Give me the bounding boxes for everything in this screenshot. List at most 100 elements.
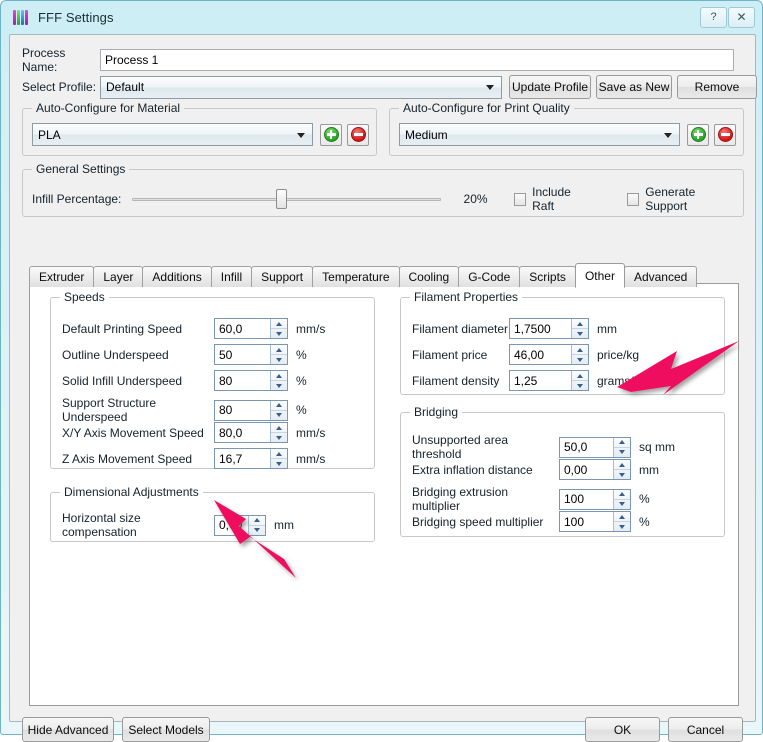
spinbox[interactable]: 80 (214, 370, 288, 391)
spinbox-decrement-button[interactable] (572, 381, 588, 390)
ok-button[interactable]: OK (585, 717, 660, 742)
include-raft-checkbox[interactable] (513, 192, 527, 206)
infill-percentage-slider[interactable] (132, 189, 441, 209)
spinbox[interactable]: 46,00 (509, 344, 589, 365)
update-profile-button[interactable]: Update Profile (509, 75, 591, 99)
tab-other[interactable]: Other (574, 263, 625, 288)
spinbox-increment-button[interactable] (249, 516, 265, 526)
spinbox-value[interactable]: 0,00 (560, 460, 613, 479)
quality-combobox[interactable]: Medium (399, 123, 680, 146)
spinbox[interactable]: 1,7500 (509, 318, 589, 339)
spinbox[interactable]: 100 (559, 488, 631, 510)
tab-g-code[interactable]: G-Code (458, 266, 521, 287)
spinbox-decrement-button[interactable] (614, 470, 630, 479)
material-combobox[interactable]: PLA (32, 123, 313, 146)
spinbox[interactable]: 80 (214, 399, 288, 421)
spinbox-increment-button[interactable] (614, 512, 630, 522)
spinbox-increment-button[interactable] (271, 449, 287, 459)
spinbox-value[interactable]: 50 (215, 345, 270, 364)
cancel-button[interactable]: Cancel (668, 717, 743, 742)
tab-layer[interactable]: Layer (93, 266, 144, 287)
tab-support[interactable]: Support (251, 266, 314, 287)
spinbox-decrement-button[interactable] (572, 355, 588, 364)
help-button[interactable]: ? (700, 6, 727, 28)
add-material-button[interactable] (320, 123, 342, 146)
spinbox-value[interactable]: 46,00 (510, 345, 571, 364)
spinbox-decrement-button[interactable] (614, 448, 630, 457)
spinbox[interactable]: 60,0 (214, 318, 288, 339)
spinbox-decrement-button[interactable] (271, 381, 287, 390)
spinbox-value[interactable]: 1,25 (510, 371, 571, 390)
spinbox[interactable]: 100 (559, 511, 631, 532)
spinbox-increment-button[interactable] (614, 490, 630, 500)
spinbox-increment-button[interactable] (572, 319, 588, 329)
spinbox-value[interactable]: 50,0 (560, 438, 613, 457)
spinbox-value[interactable]: 100 (560, 490, 613, 509)
general-settings-title: General Settings (32, 162, 130, 176)
spinbox-increment-button[interactable] (614, 438, 630, 448)
remove-material-button[interactable] (347, 123, 369, 146)
spinbox-decrement-button[interactable] (271, 329, 287, 338)
spinbox-decrement-button[interactable] (271, 411, 287, 420)
remove-quality-button[interactable] (714, 123, 736, 146)
spinbox-increment-button[interactable] (271, 319, 287, 329)
spinbox-value[interactable]: 80,0 (215, 423, 270, 442)
spinbox[interactable]: 50,0 (559, 436, 631, 458)
hide-advanced-button[interactable]: Hide Advanced (22, 717, 114, 742)
tab-label: Scripts (529, 270, 566, 284)
slider-thumb[interactable] (276, 189, 288, 209)
field-unit: % (296, 403, 307, 417)
tab-temperature[interactable]: Temperature (312, 266, 400, 287)
spinbox-value[interactable]: 80 (215, 401, 270, 420)
spinbox-value[interactable]: 0,00 (215, 516, 248, 535)
spinbox-increment-button[interactable] (271, 345, 287, 355)
spinbox[interactable]: 1,25 (509, 370, 589, 391)
spinbox-value[interactable]: 16,7 (215, 449, 270, 468)
tab-additions[interactable]: Additions (142, 266, 212, 287)
chevron-up-icon (276, 403, 282, 407)
spinbox-decrement-button[interactable] (271, 355, 287, 364)
field-label: Solid Infill Underspeed (62, 373, 183, 388)
spinbox-buttons (571, 345, 588, 364)
select-models-button[interactable]: Select Models (122, 717, 210, 742)
spinbox-value[interactable]: 1,7500 (510, 319, 571, 338)
spinbox[interactable]: 16,7 (214, 448, 288, 469)
tab-infill[interactable]: Infill (210, 266, 253, 287)
spinbox-decrement-button[interactable] (614, 500, 630, 509)
spinbox-decrement-button[interactable] (614, 522, 630, 531)
spinbox-increment-button[interactable] (271, 401, 287, 411)
help-icon: ? (710, 11, 717, 23)
spinbox-increment-button[interactable] (572, 371, 588, 381)
spinbox[interactable]: 80,0 (214, 422, 288, 443)
close-button[interactable]: ✕ (728, 6, 755, 28)
ok-label: OK (613, 722, 632, 737)
spinbox-value[interactable]: 60,0 (215, 319, 270, 338)
remove-profile-button[interactable]: Remove (677, 75, 757, 99)
spinbox-decrement-button[interactable] (271, 459, 287, 468)
chevron-up-icon (577, 347, 583, 352)
tab-extruder[interactable]: Extruder (29, 266, 95, 287)
add-quality-button[interactable] (687, 123, 709, 146)
spinbox-decrement-button[interactable] (271, 433, 287, 442)
tab-cooling[interactable]: Cooling (398, 266, 460, 287)
spinbox-increment-button[interactable] (614, 460, 630, 470)
spinbox-increment-button[interactable] (572, 345, 588, 355)
spinbox[interactable]: 0,00 (559, 459, 631, 480)
spinbox-decrement-button[interactable] (572, 329, 588, 338)
process-name-input[interactable]: Process 1 (100, 49, 734, 71)
spinbox-value[interactable]: 100 (560, 512, 613, 531)
spinbox-decrement-button[interactable] (249, 526, 265, 535)
spinbox[interactable]: 50 (214, 344, 288, 365)
tab-advanced[interactable]: Advanced (623, 266, 698, 287)
solid-infill-underspeed-field: Solid Infill Underspeed 80% (62, 370, 307, 391)
tab-scripts[interactable]: Scripts (519, 266, 576, 287)
spinbox[interactable]: 0,00 (214, 514, 266, 536)
spinbox-value[interactable]: 80 (215, 371, 270, 390)
generate-support-checkbox[interactable] (626, 192, 640, 206)
chevron-down-icon (619, 450, 625, 454)
spinbox-increment-button[interactable] (271, 423, 287, 433)
save-as-new-button[interactable]: Save as New (596, 75, 672, 99)
field-unit: mm/s (296, 451, 326, 466)
spinbox-increment-button[interactable] (271, 371, 287, 381)
select-profile-combobox[interactable]: Default (100, 75, 502, 99)
